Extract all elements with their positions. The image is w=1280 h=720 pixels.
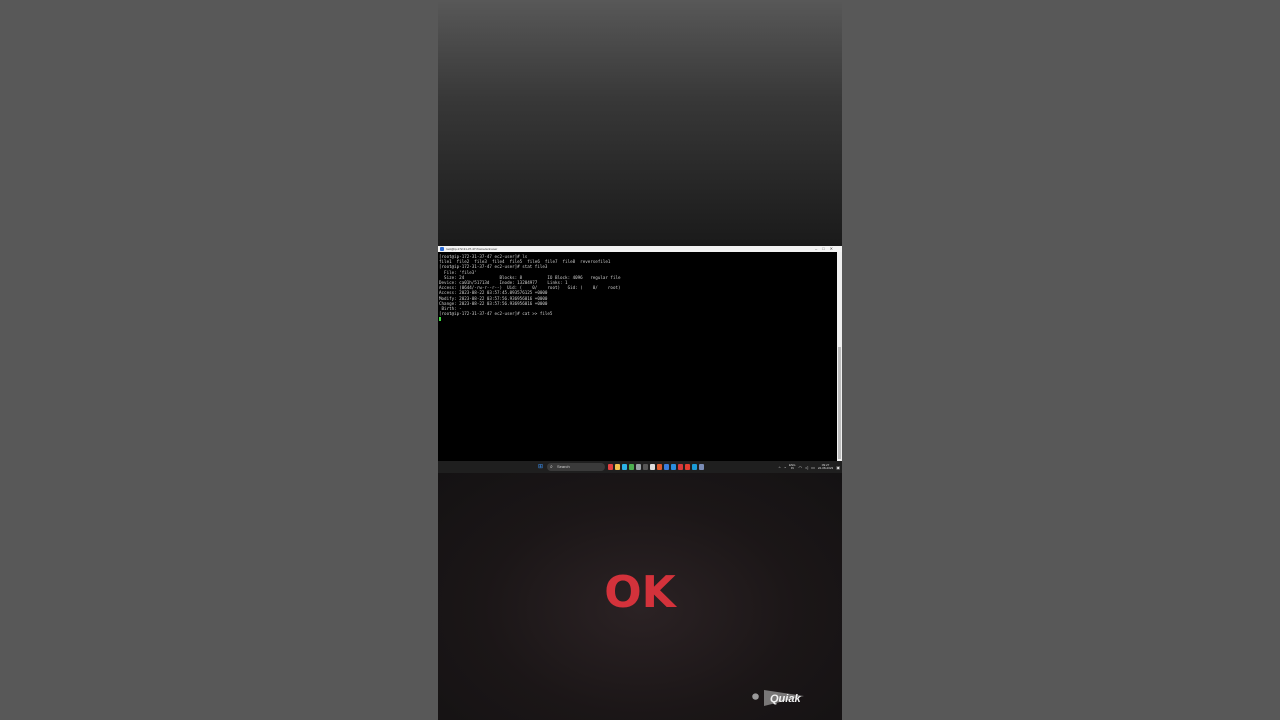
chevron-up-icon[interactable]: ^: [779, 465, 781, 470]
app-red-icon[interactable]: [608, 464, 613, 470]
network-icon[interactable]: ◔: [784, 465, 786, 470]
app-red2-icon[interactable]: [678, 464, 683, 470]
terminal-cursor: [439, 317, 441, 322]
terminal-input-line[interactable]: [439, 316, 835, 322]
taskbar-search-box[interactable]: ⌕ Search: [547, 463, 605, 471]
putty-icon[interactable]: [699, 464, 704, 470]
language-bottom: IN: [790, 466, 794, 470]
chrome-icon[interactable]: [629, 464, 634, 470]
terminal-title: root@ip-172-31-37-47:/home/ec2-user: [446, 247, 498, 251]
app-white-icon[interactable]: [650, 464, 655, 470]
battery-icon[interactable]: ▭: [811, 465, 815, 470]
vscode-icon[interactable]: [671, 464, 676, 470]
app-orange-icon[interactable]: [657, 464, 662, 470]
app-blue-icon[interactable]: [664, 464, 669, 470]
maximize-icon[interactable]: □: [822, 246, 829, 251]
overlay-caption: OK: [604, 567, 676, 618]
windows-start-icon[interactable]: ⊞: [538, 464, 544, 470]
language-indicator[interactable]: ENG IN: [789, 463, 796, 471]
watermark-text: Quiak: [770, 693, 801, 705]
taskbar-pinned-apps: [608, 464, 704, 470]
speaker-icon[interactable]: ◁: [805, 465, 808, 470]
app-dark-icon[interactable]: [643, 464, 648, 470]
window-controls[interactable]: –□✕: [815, 246, 838, 252]
edge-icon[interactable]: [622, 464, 627, 470]
scrollbar-thumb[interactable]: [838, 347, 841, 459]
terminal-window[interactable]: root@ip-172-31-37-47:/home/ec2-user –□✕ …: [438, 246, 842, 461]
acrobat-icon[interactable]: [685, 464, 690, 470]
app-teal-icon[interactable]: [692, 464, 697, 470]
wifi-icon[interactable]: ◠: [799, 465, 803, 470]
file-explorer-icon[interactable]: [615, 464, 620, 470]
windows-taskbar: ⊞ ⌕ Search ^ ◔ ENG IN ◠ ◁ ▭ 09:27 22-08-…: [438, 461, 842, 473]
camera-icon: ⏺: [752, 688, 759, 704]
settings-icon[interactable]: [636, 464, 641, 470]
system-tray: ^ ◔ ENG IN ◠ ◁ ▭ 09:27 22-08-2023 ▣: [779, 461, 840, 473]
clock-date: 22-08-2023: [817, 466, 834, 470]
terminal-screen[interactable]: [root@ip-172-31-37-47 ec2-user]# ls file…: [439, 254, 835, 459]
video-top-gradient: [438, 0, 842, 246]
channel-watermark: ⏺ Quiak: [750, 684, 810, 710]
putty-icon: [440, 247, 444, 251]
search-label: Search: [557, 464, 570, 469]
terminal-titlebar[interactable]: root@ip-172-31-37-47:/home/ec2-user –□✕: [438, 246, 842, 252]
clock[interactable]: 09:27 22-08-2023: [817, 463, 834, 471]
terminal-scrollbar[interactable]: [837, 252, 842, 461]
close-icon[interactable]: ✕: [830, 246, 838, 251]
notification-icon[interactable]: ▣: [836, 465, 840, 470]
search-icon: ⌕: [550, 464, 553, 470]
video-frame: root@ip-172-31-37-47:/home/ec2-user –□✕ …: [438, 0, 842, 720]
